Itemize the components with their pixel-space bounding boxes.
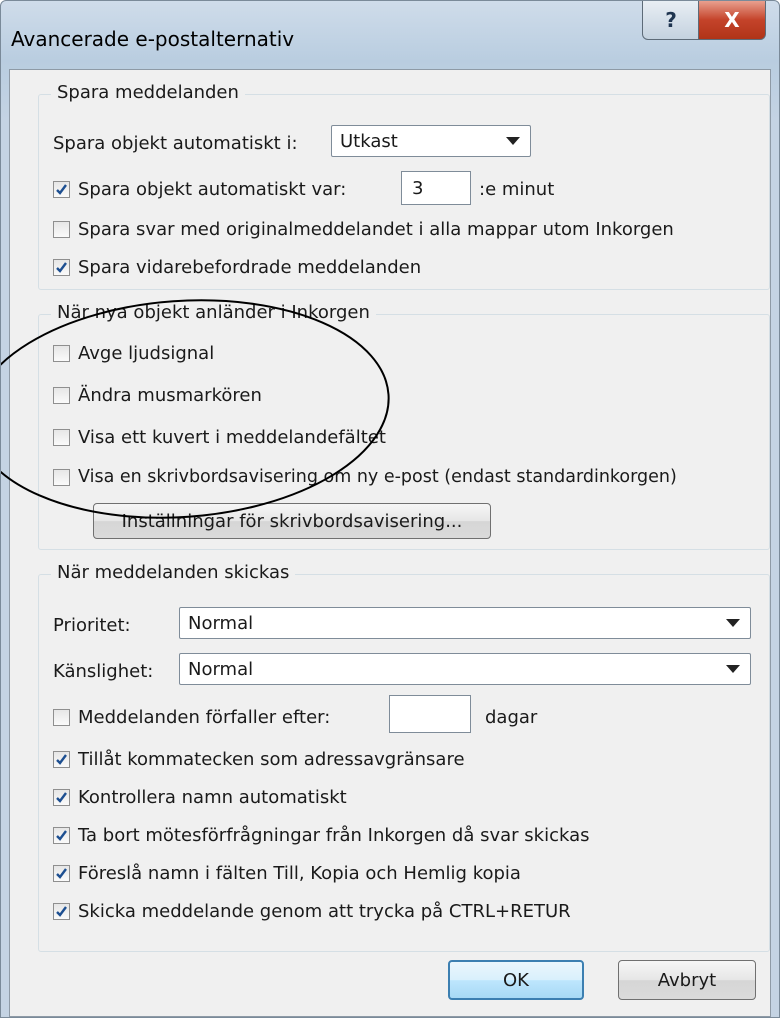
- save-forwarded-row: Spara vidarebefordrade meddelanden: [53, 257, 421, 278]
- change-pointer-label: Ändra musmarkören: [78, 385, 262, 406]
- save-replies-row: Spara svar med originalmeddelandet i all…: [53, 219, 674, 240]
- allow-comma-row: Tillåt kommatecken som adressavgränsare: [53, 749, 465, 770]
- save-forwarded-checkbox[interactable]: [53, 259, 70, 276]
- suggest-names-label: Föreslå namn i fälten Till, Kopia och He…: [78, 863, 521, 884]
- expire-checkbox[interactable]: [53, 709, 70, 726]
- expire-unit: dagar: [485, 707, 538, 728]
- checkmark-icon: [56, 262, 67, 273]
- save-replies-checkbox[interactable]: [53, 221, 70, 238]
- priority-label: Prioritet:: [53, 615, 131, 636]
- delete-meeting-label: Ta bort mötesförfrågningar från Inkorgen…: [78, 825, 590, 846]
- save-messages-group-title: Spara meddelanden: [51, 82, 245, 103]
- expire-row: Meddelanden förfaller efter:: [53, 707, 330, 728]
- save-messages-group: Spara meddelanden Spara objekt automatis…: [38, 82, 770, 290]
- checkmark-icon: [56, 906, 67, 917]
- desktop-alert-row: Visa en skrivbordsavisering om ny e-post…: [53, 467, 677, 487]
- desktop-alert-settings-button[interactable]: Inställningar för skrivbordsavisering...: [93, 503, 491, 539]
- checkmark-icon: [56, 184, 67, 195]
- play-sound-label: Avge ljudsignal: [78, 343, 215, 364]
- autosave-every-row: Spara objekt automatiskt var:: [53, 179, 346, 200]
- save-forwarded-label: Spara vidarebefordrade meddelanden: [78, 257, 422, 278]
- cancel-label: Avbryt: [657, 969, 717, 991]
- delete-meeting-row: Ta bort mötesförfrågningar från Inkorgen…: [53, 825, 589, 846]
- expire-days-input[interactable]: [389, 695, 471, 733]
- show-envelope-row: Visa ett kuvert i meddelandefältet: [53, 427, 386, 448]
- cancel-button[interactable]: Avbryt: [618, 960, 756, 1000]
- help-button[interactable]: ?: [642, 1, 700, 40]
- checkmark-icon: [56, 868, 67, 879]
- checkmark-icon: [56, 792, 67, 803]
- priority-value: Normal: [188, 612, 254, 634]
- suggest-names-row: Föreslå namn i fälten Till, Kopia och He…: [53, 863, 521, 884]
- autosave-minutes-value: 3: [412, 177, 424, 199]
- title-bar[interactable]: Avancerade e-postalternativ ? X: [1, 1, 779, 69]
- allow-comma-label: Tillåt kommatecken som adressavgränsare: [78, 749, 465, 770]
- ctrl-enter-label: Skicka meddelande genom att trycka på CT…: [78, 901, 571, 922]
- autosave-folder-value: Utkast: [340, 130, 398, 152]
- checkmark-icon: [56, 830, 67, 841]
- help-icon: ?: [665, 8, 677, 32]
- ok-button[interactable]: OK: [448, 960, 584, 1000]
- change-pointer-checkbox[interactable]: [53, 387, 70, 404]
- play-sound-row: Avge ljudsignal: [53, 343, 214, 364]
- save-replies-label: Spara svar med originalmeddelandet i all…: [78, 219, 674, 240]
- show-envelope-label: Visa ett kuvert i meddelandefältet: [78, 427, 386, 448]
- check-names-row: Kontrollera namn automatiskt: [53, 787, 347, 808]
- close-icon: X: [724, 8, 740, 32]
- chevron-down-icon: [726, 665, 740, 673]
- new-items-group-title: När nya objekt anländer i Inkorgen: [51, 302, 376, 323]
- minutes-suffix: :e minut: [479, 179, 555, 200]
- chevron-down-icon: [726, 619, 740, 627]
- sensitivity-select[interactable]: Normal: [179, 653, 751, 685]
- chevron-down-icon: [506, 137, 520, 145]
- new-items-group: När nya objekt anländer i Inkorgen Avge …: [38, 302, 770, 550]
- priority-select[interactable]: Normal: [179, 607, 751, 639]
- sending-group-title: När meddelanden skickas: [51, 562, 296, 583]
- check-names-label: Kontrollera namn automatiskt: [78, 787, 347, 808]
- close-button[interactable]: X: [698, 1, 766, 40]
- ctrl-enter-row: Skicka meddelande genom att trycka på CT…: [53, 901, 571, 922]
- autosave-folder-select[interactable]: Utkast: [331, 125, 531, 157]
- play-sound-checkbox[interactable]: [53, 345, 70, 362]
- desktop-alert-settings-label: Inställningar för skrivbordsavisering...: [121, 510, 463, 532]
- dialog-title: Avancerade e-postalternativ: [11, 27, 295, 51]
- suggest-names-checkbox[interactable]: [53, 865, 70, 882]
- autosave-minutes-input[interactable]: 3: [401, 171, 471, 205]
- allow-comma-checkbox[interactable]: [53, 751, 70, 768]
- change-pointer-row: Ändra musmarkören: [53, 385, 262, 406]
- sensitivity-value: Normal: [188, 658, 254, 680]
- autosave-every-checkbox[interactable]: [53, 181, 70, 198]
- sending-group: När meddelanden skickas Prioritet: Norma…: [38, 562, 770, 952]
- dialog-body: Spara meddelanden Spara objekt automatis…: [9, 69, 771, 1017]
- autosave-every-label: Spara objekt automatiskt var:: [78, 179, 347, 200]
- checkmark-icon: [56, 754, 67, 765]
- delete-meeting-checkbox[interactable]: [53, 827, 70, 844]
- advanced-email-options-dialog: Avancerade e-postalternativ ? X Spara me…: [0, 0, 780, 1018]
- desktop-alert-label: Visa en skrivbordsavisering om ny e-post…: [78, 467, 677, 487]
- expire-label: Meddelanden förfaller efter:: [78, 707, 331, 728]
- show-envelope-checkbox[interactable]: [53, 429, 70, 446]
- ctrl-enter-checkbox[interactable]: [53, 903, 70, 920]
- sensitivity-label: Känslighet:: [53, 661, 154, 682]
- desktop-alert-checkbox[interactable]: [53, 468, 70, 486]
- autosave-folder-label: Spara objekt automatiskt i:: [53, 133, 298, 154]
- check-names-checkbox[interactable]: [53, 789, 70, 806]
- ok-label: OK: [503, 969, 529, 991]
